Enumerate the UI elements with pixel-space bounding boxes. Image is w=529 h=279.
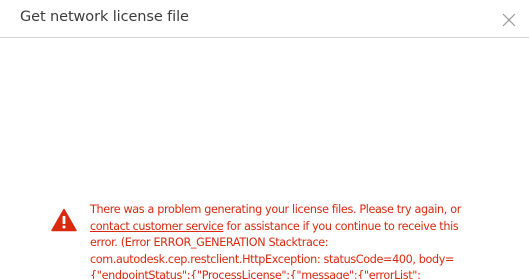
error-line: There was a problem generating your lice… [90, 203, 461, 216]
close-icon [502, 13, 516, 27]
license-dialog: Get network license file There was a pro… [0, 0, 529, 279]
warning-icon [51, 208, 77, 232]
contact-customer-service-link[interactable]: contact customer service [90, 220, 224, 233]
error-message: There was a problem generating your lice… [90, 202, 510, 279]
error-line-rest: for assistance if you continue to receiv… [223, 219, 459, 233]
error-line: error. (Error ERROR_GENERATION Stacktrac… [90, 236, 329, 249]
close-button[interactable] [500, 11, 518, 29]
error-line: contact customer service for assistance … [90, 219, 510, 236]
error-line: com.autodesk.cep.restclient.HttpExceptio… [90, 252, 455, 266]
dialog-header: Get network license file [0, 0, 529, 38]
dialog-title: Get network license file [20, 9, 189, 25]
error-line: {"endpointStatus":{"ProcessLicense":{"me… [90, 269, 421, 279]
